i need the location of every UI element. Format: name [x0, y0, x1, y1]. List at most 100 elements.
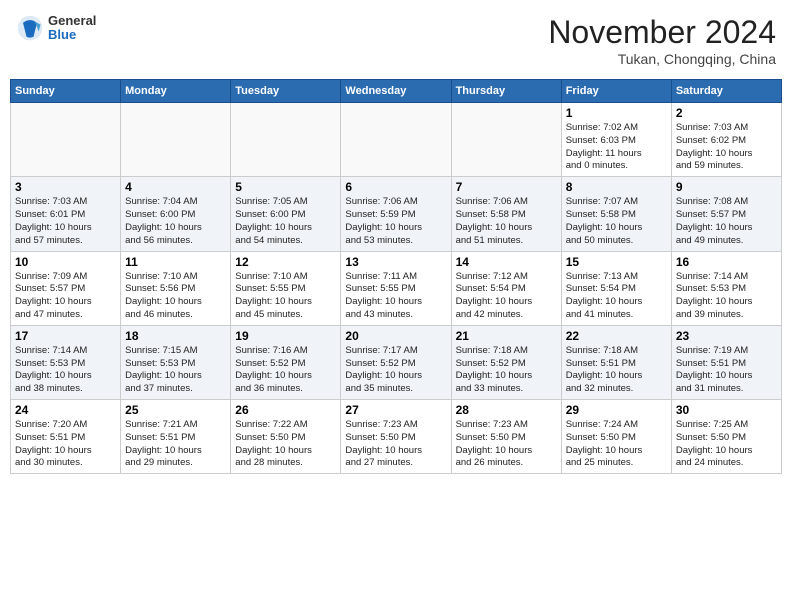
- weekday-header: Friday: [561, 80, 671, 103]
- day-number: 5: [235, 180, 336, 194]
- calendar-cell: 9 Sunrise: 7:08 AMSunset: 5:57 PMDaylight…: [671, 177, 781, 251]
- calendar-cell: 10Sunrise: 7:09 AMSunset: 5:57 PMDayligh…: [11, 251, 121, 325]
- calendar-cell: 4 Sunrise: 7:04 AMSunset: 6:00 PMDaylight…: [121, 177, 231, 251]
- day-info: Sunrise: 7:24 AMSunset: 5:50 PMDaylight:…: [566, 419, 667, 470]
- calendar-cell: 21 Sunrise: 7:18 AMSunset: 5:52 PMDayligh…: [451, 325, 561, 399]
- title-block: November 2024 Tukan, Chongqing, China: [548, 14, 776, 67]
- calendar-cell: [231, 103, 341, 177]
- day-info: Sunrise: 7:23 AMSunset: 5:50 PMDaylight:…: [456, 419, 557, 470]
- day-number: 16: [676, 255, 777, 269]
- weekday-header: Sunday: [11, 80, 121, 103]
- day-info: Sunrise: 7:16 AMSunset: 5:52 PMDaylight:…: [235, 345, 336, 396]
- logo-icon: [16, 14, 44, 42]
- day-info: Sunrise: 7:21 AMSunset: 5:51 PMDaylight:…: [125, 419, 226, 470]
- day-info: Sunrise: 7:20 AMSunset: 5:51 PMDaylight:…: [15, 419, 116, 470]
- day-number: 8: [566, 180, 667, 194]
- logo: General Blue: [16, 14, 96, 43]
- logo-general: General: [48, 14, 96, 28]
- calendar-cell: [11, 103, 121, 177]
- logo-text: General Blue: [48, 14, 96, 43]
- calendar-cell: 24 Sunrise: 7:20 AMSunset: 5:51 PMDayligh…: [11, 400, 121, 474]
- day-number: 20: [345, 329, 446, 343]
- day-info: Sunrise: 7:18 AMSunset: 5:52 PMDaylight:…: [456, 345, 557, 396]
- calendar-week-row: 3Sunrise: 7:03 AMSunset: 6:01 PMDaylight…: [11, 177, 782, 251]
- day-number: 22: [566, 329, 667, 343]
- day-info: Sunrise: 7:25 AMSunset: 5:50 PMDaylight:…: [676, 419, 777, 470]
- day-number: 28: [456, 403, 557, 417]
- calendar-cell: 13 Sunrise: 7:11 AMSunset: 5:55 PMDayligh…: [341, 251, 451, 325]
- day-info: Sunrise: 7:05 AMSunset: 6:00 PMDaylight:…: [235, 196, 336, 247]
- day-number: 13: [345, 255, 446, 269]
- day-info: Sunrise: 7:14 AMSunset: 5:53 PMDaylight:…: [15, 345, 116, 396]
- day-number: 15: [566, 255, 667, 269]
- weekday-header: Monday: [121, 80, 231, 103]
- day-info: Sunrise: 7:17 AMSunset: 5:52 PMDaylight:…: [345, 345, 446, 396]
- calendar-week-row: 24 Sunrise: 7:20 AMSunset: 5:51 PMDayligh…: [11, 400, 782, 474]
- calendar-cell: 18 Sunrise: 7:15 AMSunset: 5:53 PMDayligh…: [121, 325, 231, 399]
- calendar-cell: 12 Sunrise: 7:10 AMSunset: 5:55 PMDayligh…: [231, 251, 341, 325]
- day-info: Sunrise: 7:03 AMSunset: 6:01 PMDaylight:…: [15, 196, 116, 247]
- calendar-cell: 19 Sunrise: 7:16 AMSunset: 5:52 PMDayligh…: [231, 325, 341, 399]
- calendar-cell: 6Sunrise: 7:06 AMSunset: 5:59 PMDaylight…: [341, 177, 451, 251]
- day-number: 7: [456, 180, 557, 194]
- day-info: Sunrise: 7:04 AMSunset: 6:00 PMDaylight:…: [125, 196, 226, 247]
- calendar-week-row: 10Sunrise: 7:09 AMSunset: 5:57 PMDayligh…: [11, 251, 782, 325]
- calendar-cell: 1Sunrise: 7:02 AMSunset: 6:03 PMDaylight…: [561, 103, 671, 177]
- calendar-cell: 30Sunrise: 7:25 AMSunset: 5:50 PMDayligh…: [671, 400, 781, 474]
- weekday-header: Thursday: [451, 80, 561, 103]
- day-number: 19: [235, 329, 336, 343]
- day-info: Sunrise: 7:14 AMSunset: 5:53 PMDaylight:…: [676, 271, 777, 322]
- calendar-cell: 11 Sunrise: 7:10 AMSunset: 5:56 PMDayligh…: [121, 251, 231, 325]
- day-number: 29: [566, 403, 667, 417]
- day-number: 21: [456, 329, 557, 343]
- day-info: Sunrise: 7:22 AMSunset: 5:50 PMDaylight:…: [235, 419, 336, 470]
- weekday-header-row: SundayMondayTuesdayWednesdayThursdayFrid…: [11, 80, 782, 103]
- day-number: 9: [676, 180, 777, 194]
- calendar-cell: [121, 103, 231, 177]
- day-info: Sunrise: 7:10 AMSunset: 5:55 PMDaylight:…: [235, 271, 336, 322]
- calendar-cell: 7 Sunrise: 7:06 AMSunset: 5:58 PMDaylight…: [451, 177, 561, 251]
- day-number: 17: [15, 329, 116, 343]
- day-info: Sunrise: 7:03 AMSunset: 6:02 PMDaylight:…: [676, 122, 777, 173]
- calendar-cell: 3Sunrise: 7:03 AMSunset: 6:01 PMDaylight…: [11, 177, 121, 251]
- day-info: Sunrise: 7:23 AMSunset: 5:50 PMDaylight:…: [345, 419, 446, 470]
- day-number: 12: [235, 255, 336, 269]
- day-number: 18: [125, 329, 226, 343]
- day-number: 10: [15, 255, 116, 269]
- calendar-cell: 17 Sunrise: 7:14 AMSunset: 5:53 PMDayligh…: [11, 325, 121, 399]
- day-info: Sunrise: 7:12 AMSunset: 5:54 PMDaylight:…: [456, 271, 557, 322]
- logo-blue: Blue: [48, 28, 96, 42]
- calendar-cell: 14Sunrise: 7:12 AMSunset: 5:54 PMDayligh…: [451, 251, 561, 325]
- day-number: 27: [345, 403, 446, 417]
- day-number: 6: [345, 180, 446, 194]
- calendar-cell: 15 Sunrise: 7:13 AMSunset: 5:54 PMDayligh…: [561, 251, 671, 325]
- calendar-cell: 28 Sunrise: 7:23 AMSunset: 5:50 PMDayligh…: [451, 400, 561, 474]
- calendar-cell: [341, 103, 451, 177]
- day-info: Sunrise: 7:06 AMSunset: 5:58 PMDaylight:…: [456, 196, 557, 247]
- calendar-cell: 16 Sunrise: 7:14 AMSunset: 5:53 PMDayligh…: [671, 251, 781, 325]
- day-info: Sunrise: 7:10 AMSunset: 5:56 PMDaylight:…: [125, 271, 226, 322]
- day-info: Sunrise: 7:08 AMSunset: 5:57 PMDaylight:…: [676, 196, 777, 247]
- calendar-cell: 20 Sunrise: 7:17 AMSunset: 5:52 PMDayligh…: [341, 325, 451, 399]
- day-info: Sunrise: 7:15 AMSunset: 5:53 PMDaylight:…: [125, 345, 226, 396]
- day-info: Sunrise: 7:19 AMSunset: 5:51 PMDaylight:…: [676, 345, 777, 396]
- weekday-header: Wednesday: [341, 80, 451, 103]
- calendar-cell: 29 Sunrise: 7:24 AMSunset: 5:50 PMDayligh…: [561, 400, 671, 474]
- month-title: November 2024: [548, 14, 776, 51]
- calendar-week-row: 17 Sunrise: 7:14 AMSunset: 5:53 PMDayligh…: [11, 325, 782, 399]
- day-info: Sunrise: 7:07 AMSunset: 5:58 PMDaylight:…: [566, 196, 667, 247]
- page-header: General Blue November 2024 Tukan, Chongq…: [10, 10, 782, 71]
- weekday-header: Tuesday: [231, 80, 341, 103]
- calendar-cell: 5 Sunrise: 7:05 AMSunset: 6:00 PMDaylight…: [231, 177, 341, 251]
- calendar-cell: 26Sunrise: 7:22 AMSunset: 5:50 PMDayligh…: [231, 400, 341, 474]
- day-number: 4: [125, 180, 226, 194]
- day-number: 11: [125, 255, 226, 269]
- day-number: 24: [15, 403, 116, 417]
- day-number: 23: [676, 329, 777, 343]
- calendar-cell: 2Sunrise: 7:03 AMSunset: 6:02 PMDaylight…: [671, 103, 781, 177]
- calendar-cell: 27 Sunrise: 7:23 AMSunset: 5:50 PMDayligh…: [341, 400, 451, 474]
- location: Tukan, Chongqing, China: [548, 51, 776, 67]
- calendar-cell: 22Sunrise: 7:18 AMSunset: 5:51 PMDayligh…: [561, 325, 671, 399]
- day-info: Sunrise: 7:11 AMSunset: 5:55 PMDaylight:…: [345, 271, 446, 322]
- day-info: Sunrise: 7:13 AMSunset: 5:54 PMDaylight:…: [566, 271, 667, 322]
